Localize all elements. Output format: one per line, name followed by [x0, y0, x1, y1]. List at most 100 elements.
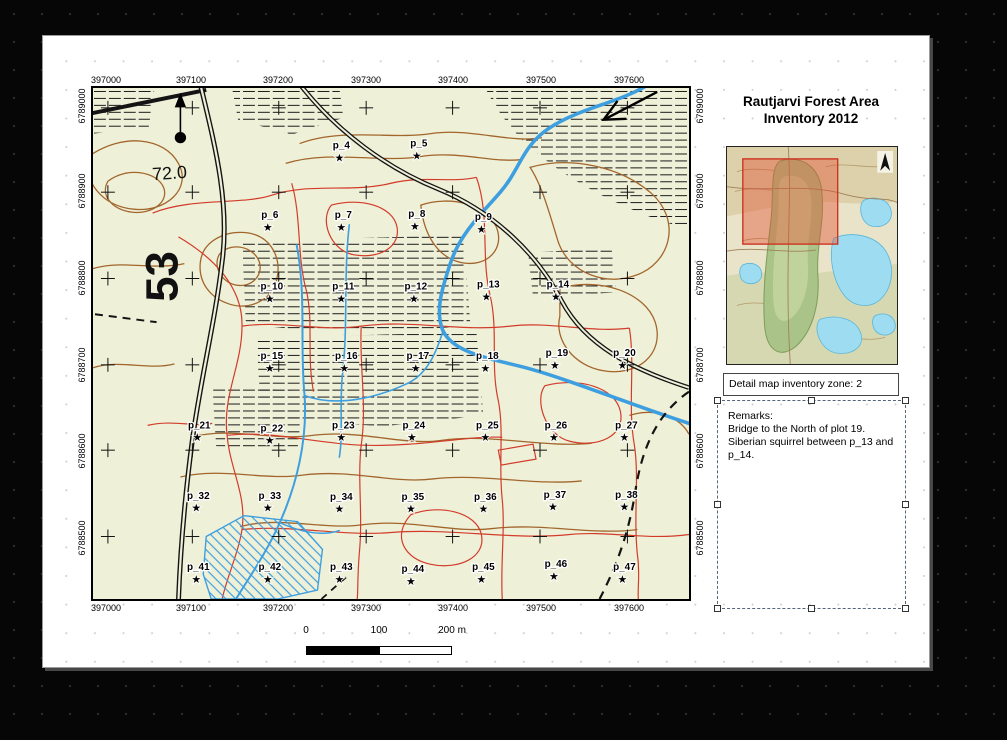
title-line2: Inventory 2012: [719, 110, 903, 127]
title-item[interactable]: Rautjarvi Forest Area Inventory 2012: [719, 93, 903, 127]
grid-y-label-left: 6788600: [77, 433, 87, 468]
svg-text:p_16: p_16: [335, 351, 358, 362]
svg-text:★: ★: [548, 501, 558, 514]
svg-text:★: ★: [620, 501, 630, 514]
svg-text:★: ★: [618, 359, 628, 372]
selection-handle-top-left[interactable]: [714, 397, 721, 404]
svg-text:★: ★: [477, 573, 487, 586]
selection-handle-bottom-middle[interactable]: [808, 605, 815, 612]
svg-text:★: ★: [191, 502, 201, 515]
selection-handle-top-right[interactable]: [902, 397, 909, 404]
detail-label-item[interactable]: Detail map inventory zone: 2: [723, 373, 899, 396]
svg-text:★: ★: [481, 290, 491, 303]
svg-text:★: ★: [265, 362, 275, 375]
svg-text:★: ★: [550, 359, 560, 372]
svg-text:p_25: p_25: [476, 420, 499, 431]
grid-y-label-right: 6788800: [695, 260, 705, 295]
grid-y-label-right: 6788700: [695, 347, 705, 382]
svg-text:★: ★: [191, 573, 201, 586]
grid-x-label-bottom: 397100: [176, 603, 206, 613]
grid-y-label-left: 6788800: [77, 260, 87, 295]
selection-handle-bottom-left[interactable]: [714, 605, 721, 612]
overview-map-item[interactable]: [726, 146, 898, 365]
title-line1: Rautjarvi Forest Area: [719, 93, 903, 110]
svg-text:★: ★: [411, 362, 421, 375]
overview-north-arrow-icon: [877, 151, 893, 173]
svg-text:p_33: p_33: [259, 491, 282, 502]
svg-text:p_6: p_6: [261, 210, 279, 221]
map-item[interactable]: 72.0 53 p_4★p_5★p_6★p_7★p_8★p_9★p_10★p_1…: [91, 86, 691, 601]
svg-text:★: ★: [410, 220, 420, 233]
grid-x-label-top: 397300: [351, 75, 381, 85]
scale-label-middle: 100: [371, 625, 388, 636]
svg-text:★: ★: [192, 431, 202, 444]
svg-text:p_43: p_43: [330, 562, 353, 573]
svg-text:★: ★: [620, 431, 630, 444]
svg-text:p_23: p_23: [332, 420, 355, 431]
grid-y-label-left: 6788700: [77, 347, 87, 382]
svg-text:p_13: p_13: [477, 279, 500, 290]
overview-map: [727, 147, 897, 364]
svg-text:p_7: p_7: [335, 210, 353, 221]
grid-y-label-right: 6788500: [695, 520, 705, 555]
remarks-item[interactable]: Remarks: Bridge to the North of plot 19.…: [723, 406, 900, 603]
scale-bar-item[interactable]: 0 100 200 m: [301, 625, 461, 659]
grid-x-label-top: 397400: [438, 75, 468, 85]
selection-handle-bottom-right[interactable]: [902, 605, 909, 612]
scale-label-start: 0: [303, 625, 309, 636]
svg-text:★: ★: [549, 570, 559, 583]
grid-x-label-top: 397100: [176, 75, 206, 85]
compartment-number-label: 53: [136, 251, 187, 302]
svg-text:p_18: p_18: [476, 351, 499, 362]
selection-handle-middle-left[interactable]: [714, 501, 721, 508]
detail-label-text: Detail map inventory zone: 2: [729, 378, 862, 390]
scale-label-end: 200 m: [438, 625, 466, 636]
svg-text:★: ★: [478, 503, 488, 516]
grid-y-label-right: 6788900: [695, 173, 705, 208]
scale-bar-segment-filled: [306, 646, 379, 655]
svg-text:★: ★: [336, 292, 346, 305]
svg-text:p_22: p_22: [260, 423, 283, 434]
svg-text:p_46: p_46: [545, 559, 568, 570]
svg-text:p_44: p_44: [402, 564, 425, 575]
selection-handle-middle-right[interactable]: [902, 501, 909, 508]
svg-text:p_45: p_45: [472, 562, 495, 573]
layout-page[interactable]: 72.0 53 p_4★p_5★p_6★p_7★p_8★p_9★p_10★p_1…: [42, 35, 930, 668]
grid-x-label-top: 397200: [263, 75, 293, 85]
grid-y-label-left: 6788500: [77, 520, 87, 555]
svg-text:★: ★: [551, 290, 561, 303]
remarks-body: Bridge to the North of plot 19. Siberian…: [728, 423, 895, 462]
svg-text:★: ★: [549, 431, 559, 444]
svg-text:★: ★: [406, 503, 416, 516]
grid-y-label-right: 6789000: [695, 88, 705, 123]
layout-canvas[interactable]: 72.0 53 p_4★p_5★p_6★p_7★p_8★p_9★p_10★p_1…: [0, 0, 1007, 740]
grid-y-label-left: 6789000: [77, 88, 87, 123]
svg-text:p_26: p_26: [545, 420, 568, 431]
svg-text:p_4: p_4: [333, 141, 351, 152]
svg-text:★: ★: [263, 502, 273, 515]
svg-text:p_5: p_5: [410, 139, 428, 150]
grid-x-label-bottom: 397000: [91, 603, 121, 613]
grid-x-label-bottom: 397200: [263, 603, 293, 613]
svg-text:★: ★: [263, 573, 273, 586]
svg-text:★: ★: [480, 362, 490, 375]
grid-x-label-top: 397500: [526, 75, 556, 85]
svg-text:★: ★: [409, 292, 419, 305]
svg-text:p_10: p_10: [260, 281, 283, 292]
svg-text:p_24: p_24: [403, 420, 426, 431]
svg-text:★: ★: [412, 149, 422, 162]
scale-bar-segment-empty: [379, 646, 452, 655]
svg-text:★: ★: [334, 503, 344, 516]
svg-text:★: ★: [480, 431, 490, 444]
grid-x-label-top: 397600: [614, 75, 644, 85]
svg-text:★: ★: [334, 573, 344, 586]
remarks-heading: Remarks:: [728, 410, 895, 423]
svg-text:p_32: p_32: [187, 491, 210, 502]
svg-text:★: ★: [477, 223, 487, 236]
svg-text:★: ★: [339, 362, 349, 375]
selection-handle-top-middle[interactable]: [808, 397, 815, 404]
grid-x-label-top: 397000: [91, 75, 121, 85]
svg-text:★: ★: [407, 431, 417, 444]
grid-y-label-right: 6788600: [695, 433, 705, 468]
svg-text:p_21: p_21: [188, 420, 211, 431]
